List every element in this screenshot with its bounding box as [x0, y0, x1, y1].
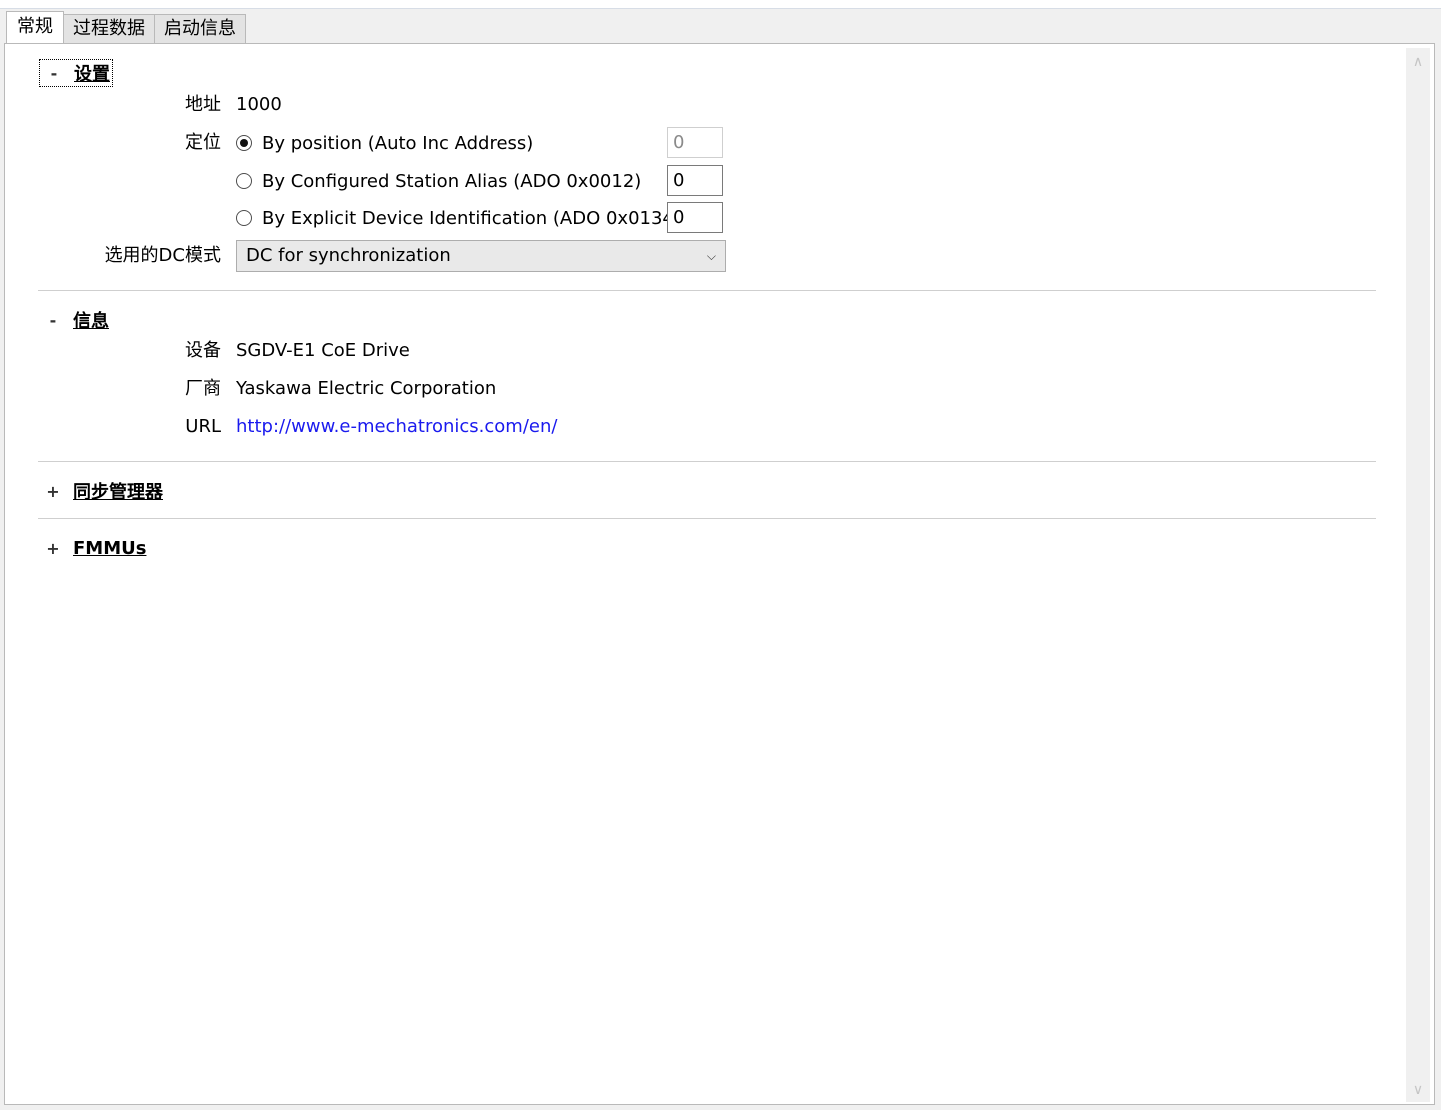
- fmmus-title[interactable]: FMMUs: [73, 538, 146, 559]
- position-label: 定位: [185, 132, 221, 153]
- separator: [38, 290, 1376, 291]
- expand-icon[interactable]: +: [39, 482, 67, 501]
- separator: [38, 518, 1376, 519]
- device-value: SGDV-E1 CoE Drive: [236, 340, 410, 361]
- tab-bar: 常规 过程数据 启动信息: [6, 11, 246, 43]
- radio-checked-icon[interactable]: [236, 135, 252, 151]
- tab-process-data[interactable]: 过程数据: [63, 14, 155, 43]
- device-label: 设备: [185, 340, 221, 361]
- vendor-value: Yaskawa Electric Corporation: [236, 378, 497, 399]
- general-panel: - 设置 地址 1000 定位 By position (Auto Inc Ad…: [4, 43, 1435, 1105]
- radio-auto-inc[interactable]: By position (Auto Inc Address): [236, 130, 533, 156]
- radio-unchecked-icon[interactable]: [236, 173, 252, 189]
- settings-title[interactable]: 设置: [74, 60, 110, 86]
- vertical-scrollbar[interactable]: ∧ ∨: [1406, 48, 1430, 1102]
- settings-header[interactable]: - 设置: [39, 59, 113, 87]
- expand-icon[interactable]: +: [39, 539, 67, 558]
- url-link[interactable]: http://www.e-mechatronics.com/en/: [236, 414, 557, 440]
- chevron-down-icon[interactable]: ∨: [1406, 1080, 1430, 1100]
- station-alias-input[interactable]: [667, 165, 723, 196]
- radio-station-alias[interactable]: By Configured Station Alias (ADO 0x0012): [236, 168, 641, 194]
- chevron-down-icon[interactable]: ⌵: [707, 241, 716, 271]
- explicit-id-input[interactable]: [667, 202, 723, 233]
- dc-mode-value: DC for synchronization: [246, 245, 451, 266]
- dc-mode-label: 选用的DC模式: [104, 245, 221, 266]
- sync-manager-title[interactable]: 同步管理器: [73, 478, 163, 504]
- radio-auto-inc-label: By position (Auto Inc Address): [262, 132, 534, 154]
- radio-explicit-id-label: By Explicit Device Identification (ADO 0…: [262, 207, 681, 229]
- separator: [38, 461, 1376, 462]
- settings-focus-box: - 设置: [39, 59, 113, 87]
- sync-manager-header[interactable]: + 同步管理器: [39, 478, 163, 504]
- tab-startup[interactable]: 启动信息: [154, 14, 246, 43]
- vendor-label: 厂商: [185, 378, 221, 399]
- tab-general[interactable]: 常规: [6, 11, 64, 43]
- auto-inc-address-input: [667, 127, 723, 158]
- address-value: 1000: [236, 94, 282, 115]
- chevron-up-icon[interactable]: ∧: [1406, 52, 1430, 72]
- radio-station-alias-label: By Configured Station Alias (ADO 0x0012): [262, 170, 642, 192]
- url-label: URL: [185, 416, 221, 437]
- dc-mode-select[interactable]: DC for synchronization ⌵: [236, 240, 726, 272]
- window-top-strip: [0, 0, 1441, 9]
- collapse-icon[interactable]: -: [39, 311, 67, 330]
- info-header[interactable]: - 信息: [39, 307, 109, 333]
- address-label: 地址: [185, 94, 221, 115]
- info-title[interactable]: 信息: [73, 307, 109, 333]
- collapse-icon[interactable]: -: [40, 64, 68, 83]
- fmmus-header[interactable]: + FMMUs: [39, 535, 146, 561]
- radio-unchecked-icon[interactable]: [236, 210, 252, 226]
- radio-explicit-id[interactable]: By Explicit Device Identification (ADO 0…: [236, 205, 681, 231]
